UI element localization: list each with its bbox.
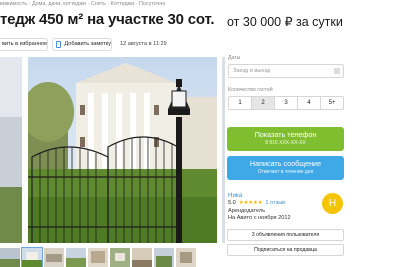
main-photo[interactable] xyxy=(28,57,217,243)
response-time: Отвечает в течение дня xyxy=(257,169,314,175)
thumbnail-strip xyxy=(0,247,222,267)
write-message-label: Написать сообщение xyxy=(249,159,322,168)
add-to-favorites-button[interactable]: вить в избранное xyxy=(0,38,48,51)
calendar-icon[interactable] xyxy=(334,68,340,74)
thumbnail[interactable] xyxy=(88,248,108,267)
avatar[interactable]: Н xyxy=(322,193,343,214)
write-message-button[interactable]: Написать сообщение Отвечает в течение дн… xyxy=(227,156,344,180)
seller-name[interactable]: Ника xyxy=(228,192,242,199)
add-note-label: Добавить заметку xyxy=(64,41,111,47)
dates-label: Даты xyxy=(228,55,241,61)
seller-since: На Авито с ноября 2012 xyxy=(228,215,291,221)
show-phone-label: Показать телефон xyxy=(254,130,317,139)
seller-role: Арендодатель xyxy=(228,208,266,214)
seller-ads-button[interactable]: 3 объявления пользователя xyxy=(227,229,344,241)
guest-option-5-plus[interactable]: 5+ xyxy=(321,97,343,109)
thumbnail[interactable] xyxy=(154,248,174,267)
thumbnail[interactable] xyxy=(176,248,196,267)
guest-option-4[interactable]: 4 xyxy=(298,97,321,109)
guest-option-3[interactable]: 3 xyxy=(275,97,298,109)
show-phone-button[interactable]: Показать телефон 8 916 XXX-XX-XX xyxy=(227,127,344,151)
thumbnail[interactable] xyxy=(21,247,43,267)
subscribe-button[interactable]: Подписаться на продавца xyxy=(227,244,344,256)
note-icon xyxy=(56,41,62,48)
thumbnail[interactable] xyxy=(66,248,86,267)
previous-photo-preview[interactable] xyxy=(0,57,22,243)
seller-rating: 5.0 ★★★★★ 1 отзыв xyxy=(228,200,285,206)
dates-input[interactable]: Заезд и выезд xyxy=(228,64,344,78)
price: от 30 000 ₽ за сутки xyxy=(227,15,343,29)
dates-placeholder: Заезд и выезд xyxy=(233,68,271,74)
guest-option-2[interactable]: 2 xyxy=(252,97,275,109)
breadcrumb[interactable]: вижимость · Дома, дачи, коттеджи · Снять… xyxy=(0,1,210,10)
rating-value: 5.0 xyxy=(228,200,236,206)
thumbnail[interactable] xyxy=(110,248,130,267)
guests-label: Количество гостей xyxy=(228,87,273,93)
guest-option-1[interactable]: 1 xyxy=(229,97,252,109)
page-title: тедж 450 м² на участке 30 сот. xyxy=(0,11,215,28)
add-note-button[interactable]: Добавить заметку xyxy=(52,38,112,51)
publication-date: 12 августа в 11:29 xyxy=(120,41,167,47)
thumbnail[interactable] xyxy=(132,248,152,267)
thumbnail[interactable] xyxy=(44,248,64,267)
star-icons: ★★★★★ xyxy=(238,200,263,206)
next-photo-preview[interactable] xyxy=(222,57,225,243)
thumbnail[interactable] xyxy=(0,248,20,267)
guests-selector: 1 2 3 4 5+ xyxy=(228,96,344,110)
reviews-link[interactable]: 1 отзыв xyxy=(265,200,285,206)
phone-masked: 8 916 XXX-XX-XX xyxy=(265,140,306,146)
